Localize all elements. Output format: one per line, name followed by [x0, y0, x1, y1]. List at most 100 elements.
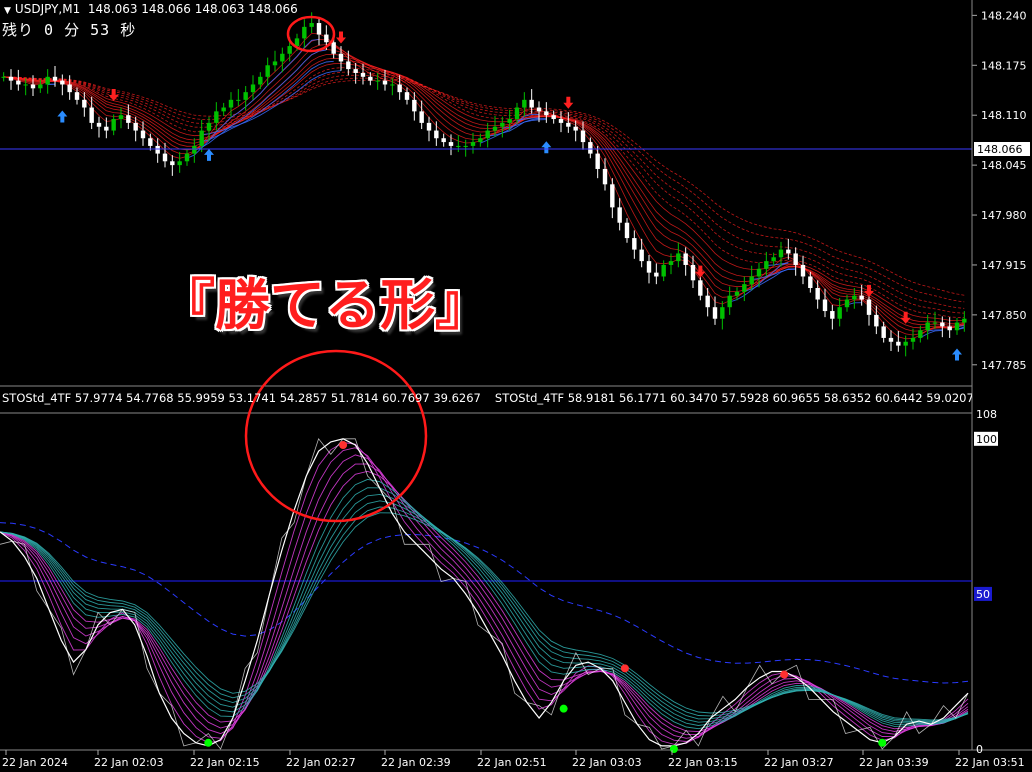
time-tick-label: 22 Jan 2024: [2, 756, 68, 769]
candle-body: [588, 142, 593, 154]
price-tick-label: 148.110: [981, 109, 1027, 122]
candle-body: [830, 311, 835, 319]
candle-body: [214, 111, 219, 123]
candle-body: [287, 46, 292, 54]
time-tick-label: 22 Jan 02:27: [286, 756, 356, 769]
oscillator-tick-label: 50: [976, 588, 990, 601]
candle-body: [272, 61, 278, 66]
candle-body: [294, 38, 300, 47]
candle-body: [390, 84, 395, 86]
candle-body: [82, 99, 87, 108]
candle-body: [500, 122, 505, 127]
candle-body: [639, 249, 644, 262]
candle-body: [38, 84, 43, 89]
candle-body: [338, 53, 344, 62]
time-tick-label: 22 Jan 03:51: [955, 756, 1025, 769]
candle-body: [881, 326, 886, 338]
candle-body: [778, 249, 784, 258]
price-tick-label: 147.980: [981, 209, 1027, 222]
candle-body: [705, 295, 710, 308]
candle-body: [228, 99, 234, 108]
price-tick-label: 147.850: [981, 309, 1027, 322]
time-tick-label: 22 Jan 02:51: [477, 756, 547, 769]
candle-body: [126, 115, 131, 123]
candle-body: [925, 322, 930, 331]
candle-body: [602, 168, 608, 185]
candle-body: [52, 76, 58, 81]
candle-body: [434, 130, 439, 139]
candle-body: [360, 72, 366, 77]
candle-body: [712, 307, 718, 319]
oscillator-signal-dot: [204, 738, 213, 747]
oscillator-signal-dot: [878, 738, 887, 747]
indicator-label-1: STOStd_4TF 57.9774 54.7768 55.9959 53.17…: [2, 391, 481, 405]
candle-body: [412, 99, 417, 112]
candle-body: [566, 122, 571, 127]
buy-arrow-icon: [541, 141, 552, 154]
candle-body: [551, 115, 556, 120]
candle-body: [918, 330, 923, 338]
svg-text:148.066: 148.066: [977, 143, 1023, 156]
candle-body: [580, 130, 586, 143]
candle-body: [309, 23, 314, 27]
buy-arrow-icon: [952, 348, 962, 361]
chart-canvas: 148.240 148.175 148.110 148.045 147.980 147.9…: [0, 0, 1032, 769]
candle-body: [632, 238, 637, 250]
symbol-label: USDJPY,M1: [14, 2, 81, 16]
oscillator-ribbon-line: [0, 463, 969, 736]
candle-body: [800, 264, 806, 277]
candle-body: [522, 99, 527, 108]
candle-body: [910, 337, 916, 342]
price-tick-label: 148.045: [981, 159, 1027, 172]
candle-body: [874, 314, 879, 327]
oscillator-panel: 108 100 50 0: [0, 349, 998, 756]
candle-body: [148, 138, 153, 146]
candle-body: [331, 42, 336, 54]
candle-body: [654, 272, 659, 277]
candle-body: [896, 341, 901, 346]
candle-body: [67, 84, 72, 93]
price-tick-label: 148.240: [981, 9, 1027, 22]
candle-body: [104, 126, 109, 131]
candle-body: [316, 23, 322, 35]
candle-body: [375, 80, 380, 82]
candle-body: [89, 107, 94, 123]
candle-body: [507, 119, 512, 123]
candle-body: [962, 318, 967, 323]
ohlc-values: 148.063 148.066 148.063 148.066: [87, 2, 298, 16]
candle-body: [236, 99, 241, 101]
candle-body: [404, 92, 410, 100]
candle-body: [903, 341, 908, 346]
candle-body: [155, 145, 160, 154]
candle-body: [368, 76, 373, 81]
candle-body: [844, 299, 850, 308]
price-tick-label: 147.915: [981, 259, 1027, 272]
candle-body: [258, 76, 263, 85]
candle-body: [793, 253, 798, 265]
candle-body: [265, 65, 270, 77]
oscillator-main-line: [0, 438, 969, 747]
sell-arrow-icon: [336, 31, 346, 44]
candle-body: [815, 288, 820, 300]
candle-body: [280, 53, 285, 62]
oscillator-signal-dot: [669, 745, 678, 753]
candle-body: [661, 264, 666, 277]
candle-body: [426, 122, 432, 131]
candle-body: [45, 76, 50, 85]
oscillator-tick-label: 108: [976, 408, 997, 421]
oscillator-ribbon-line: [0, 447, 969, 742]
price-panel: 148.240 148.175 148.110 148.045 147.980 147.9…: [0, 9, 1030, 372]
candle-body: [756, 268, 762, 277]
candle-body: [250, 84, 256, 93]
candle-body: [60, 80, 65, 85]
time-tick-label: 22 Jan 03:03: [572, 756, 642, 769]
time-tick-label: 22 Jan 03:27: [764, 756, 834, 769]
oscillator-ribbon-line: [0, 493, 969, 724]
candle-body: [96, 122, 102, 127]
candle-body: [932, 322, 938, 324]
candle-body: [118, 115, 124, 120]
ma-line-blue: [201, 70, 789, 266]
candle-body: [382, 80, 388, 85]
indicator-values-label: STOStd_4TF 57.9774 54.7768 55.9959 53.17…: [2, 391, 972, 405]
dropdown-triangle-icon[interactable]: ▼: [4, 6, 11, 16]
